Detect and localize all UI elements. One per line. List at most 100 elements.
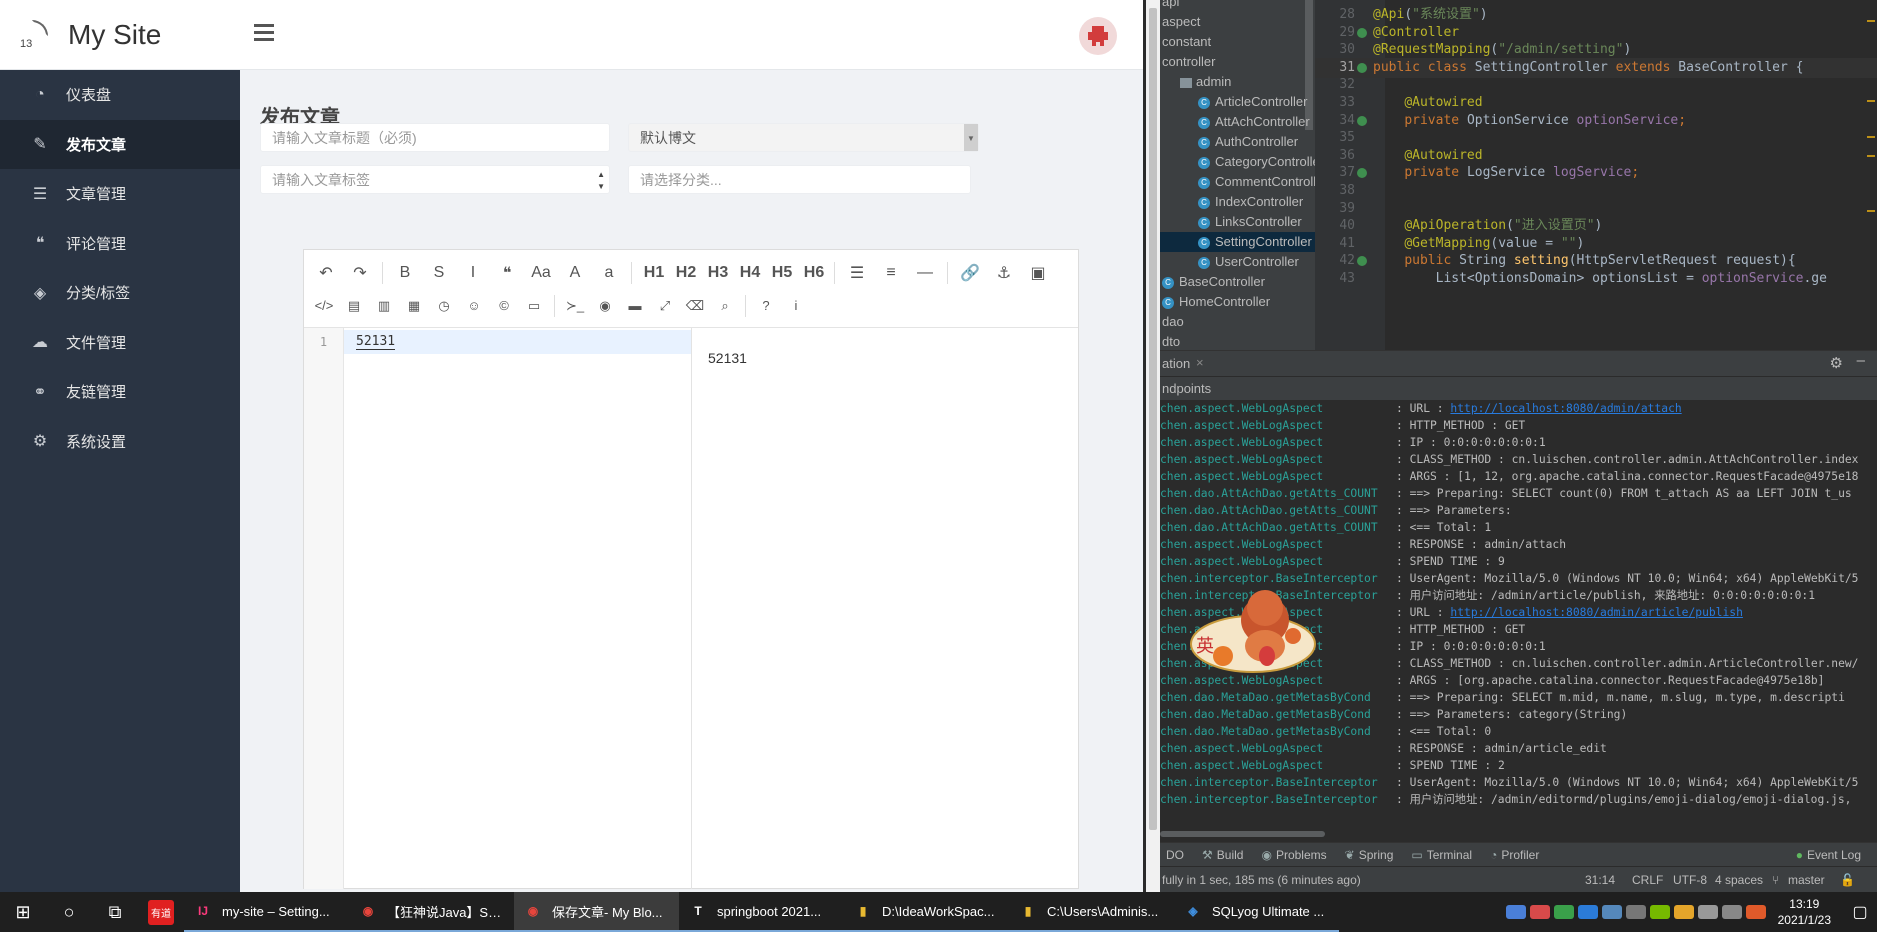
- toolbar-button-1-18[interactable]: 🔗: [958, 260, 982, 286]
- tree-item[interactable]: C CommentController: [1160, 172, 1315, 192]
- toolbar-button-2-2[interactable]: ▥: [374, 293, 394, 319]
- close-icon[interactable]: ×: [1196, 355, 1204, 370]
- tool-window-do[interactable]: DO: [1162, 848, 1184, 862]
- toolbar-button-1-17[interactable]: —: [913, 260, 937, 286]
- article-title-input[interactable]: 请输入文章标题（必须): [260, 123, 610, 152]
- tree-item[interactable]: admin: [1160, 72, 1315, 92]
- bean-gutter-icon[interactable]: [1357, 256, 1367, 267]
- toolbar-button-1-19[interactable]: ⚓: [992, 260, 1016, 286]
- run-subtab[interactable]: ndpoints: [1160, 376, 1877, 400]
- tree-item[interactable]: C ArticleController: [1160, 92, 1315, 112]
- toolbar-button-2-3[interactable]: ▦: [404, 293, 424, 319]
- taskbar-app[interactable]: ▮ C:\Users\Adminis...: [1009, 892, 1174, 932]
- log-link[interactable]: http://localhost:8080/admin/article/publ…: [1450, 606, 1742, 619]
- app-tray-icon[interactable]: [1529, 905, 1550, 919]
- tree-item[interactable]: controller: [1160, 52, 1315, 72]
- console-hscrollbar[interactable]: [1160, 828, 1877, 840]
- toolbar-button-1-15[interactable]: ☰: [845, 260, 869, 286]
- toolbar-button-1-10[interactable]: H2: [674, 260, 698, 286]
- tool-window-terminal[interactable]: ▭ Terminal: [1411, 848, 1472, 862]
- bean-gutter-icon[interactable]: [1357, 168, 1367, 179]
- toolbar-button-2-6[interactable]: ©: [494, 293, 514, 319]
- toolbar-button-1-0[interactable]: ↶: [314, 260, 338, 286]
- article-type-select[interactable]: 默认博文 ▼: [628, 123, 979, 152]
- tree-item[interactable]: C HomeController: [1160, 292, 1315, 312]
- volume-icon[interactable]: [1673, 905, 1694, 919]
- toolbar-button-2-5[interactable]: ☺: [464, 293, 484, 319]
- taskbar-app[interactable]: Tspringboot 2021...: [679, 892, 844, 932]
- taskbar-app[interactable]: ◉ 【狂神说Java】Sp...: [349, 892, 514, 932]
- git-branch[interactable]: master: [1788, 873, 1825, 887]
- nvidia-icon[interactable]: [1649, 905, 1670, 919]
- clock[interactable]: 13:19 2021/1/23: [1778, 896, 1831, 928]
- toolbar-button-2-1[interactable]: ▤: [344, 293, 364, 319]
- tool-window-profiler[interactable]: ◔ Profiler: [1490, 848, 1539, 862]
- toolbar-button-2-14[interactable]: ?: [756, 293, 776, 319]
- tree-item[interactable]: C IndexController: [1160, 192, 1315, 212]
- task-view-icon[interactable]: ⧉: [92, 892, 138, 932]
- gear-icon[interactable]: ⚙: [1830, 354, 1843, 372]
- toolbar-button-2-13[interactable]: ⌕: [715, 293, 735, 319]
- menu-toggle-icon[interactable]: [254, 24, 274, 42]
- toolbar-button-1-8[interactable]: a: [597, 260, 621, 286]
- tool-window-problems[interactable]: ◉ Problems: [1261, 848, 1326, 862]
- tree-item[interactable]: C BaseController: [1160, 272, 1315, 292]
- cursor-position[interactable]: 31:14: [1585, 873, 1615, 887]
- keyboard-icon[interactable]: [1721, 905, 1742, 919]
- article-tags-input[interactable]: 请输入文章标签 ▲ ▼: [260, 165, 610, 194]
- avatar[interactable]: [1079, 17, 1117, 55]
- qq-icon[interactable]: [1601, 905, 1622, 919]
- toolbar-button-2-8[interactable]: ≻_: [565, 293, 585, 319]
- scrollbar-thumb[interactable]: [1149, 8, 1157, 830]
- toolbar-button-1-4[interactable]: I: [461, 260, 485, 286]
- toolbar-button-1-3[interactable]: S: [427, 260, 451, 286]
- sidebar-item-4[interactable]: ◈ 分类/标签: [0, 268, 240, 318]
- toolbar-button-2-4[interactable]: ◷: [434, 293, 454, 319]
- toolbar-button-1-11[interactable]: H3: [706, 260, 730, 286]
- tree-item[interactable]: C AttAchController: [1160, 112, 1315, 132]
- bean-gutter-icon[interactable]: [1357, 115, 1367, 126]
- tree-item[interactable]: C CategoryController: [1160, 152, 1315, 172]
- markdown-input[interactable]: 52131: [344, 328, 692, 889]
- display-icon[interactable]: [1697, 905, 1718, 919]
- toolbar-button-1-1[interactable]: ↷: [348, 260, 372, 286]
- bean-gutter-icon[interactable]: [1357, 62, 1367, 73]
- editor-line[interactable]: 52131: [344, 330, 691, 354]
- toolbar-button-2-9[interactable]: ◉: [595, 293, 615, 319]
- toolbar-button-1-20[interactable]: ▣: [1026, 260, 1050, 286]
- indent-setting[interactable]: 4 spaces: [1715, 873, 1763, 887]
- event-log-button[interactable]: ● Event Log: [1796, 848, 1861, 862]
- brand[interactable]: 13 My Site: [0, 0, 240, 70]
- tree-item[interactable]: aspect: [1160, 12, 1315, 32]
- toolbar-button-2-10[interactable]: ▬: [625, 293, 645, 319]
- code-editor[interactable]: 28 @Api("系统设置") 29 @Controller 30 @RequestMap…: [1315, 0, 1877, 350]
- sidebar-item-7[interactable]: ⚙ 系统设置: [0, 417, 240, 467]
- toolbar-button-2-12[interactable]: ⌫: [685, 293, 705, 319]
- toolbar-button-1-14[interactable]: H6: [802, 260, 826, 286]
- tree-item[interactable]: C SettingController: [1160, 232, 1315, 252]
- bean-gutter-icon[interactable]: [1357, 27, 1367, 38]
- toolbar-button-1-9[interactable]: H1: [642, 260, 666, 286]
- toolbar-button-1-5[interactable]: ❝: [495, 260, 519, 286]
- browser-scrollbar[interactable]: [1146, 0, 1160, 892]
- toolbar-button-1-16[interactable]: ≡: [879, 260, 903, 286]
- toolbar-button-2-7[interactable]: ▭: [524, 293, 544, 319]
- file-encoding[interactable]: UTF-8: [1673, 873, 1707, 887]
- toolbar-button-1-2[interactable]: B: [393, 260, 417, 286]
- sidebar-item-1[interactable]: ✎ 发布文章: [0, 119, 240, 169]
- s-app-icon[interactable]: [1745, 905, 1766, 919]
- sidebar-item-5[interactable]: ☁ 文件管理: [0, 318, 240, 368]
- code-line[interactable]: 43 List<OptionsDomain> optionsList = opt…: [1315, 269, 1877, 289]
- youdao-icon[interactable]: 有道: [138, 892, 184, 932]
- tree-item[interactable]: dao: [1160, 312, 1315, 332]
- tree-item[interactable]: C LinksController: [1160, 212, 1315, 232]
- search-circle-icon[interactable]: ○: [46, 892, 92, 932]
- wechat-icon[interactable]: [1553, 905, 1574, 919]
- network-icon[interactable]: [1625, 905, 1646, 919]
- tree-item[interactable]: C UserController: [1160, 252, 1315, 272]
- toolbar-button-2-15[interactable]: i: [786, 293, 806, 319]
- line-separator[interactable]: CRLF: [1632, 873, 1663, 887]
- run-tab-label[interactable]: ation: [1162, 356, 1190, 371]
- toolbar-button-1-6[interactable]: Aa: [529, 260, 553, 286]
- notification-icon[interactable]: ▢: [1843, 892, 1877, 932]
